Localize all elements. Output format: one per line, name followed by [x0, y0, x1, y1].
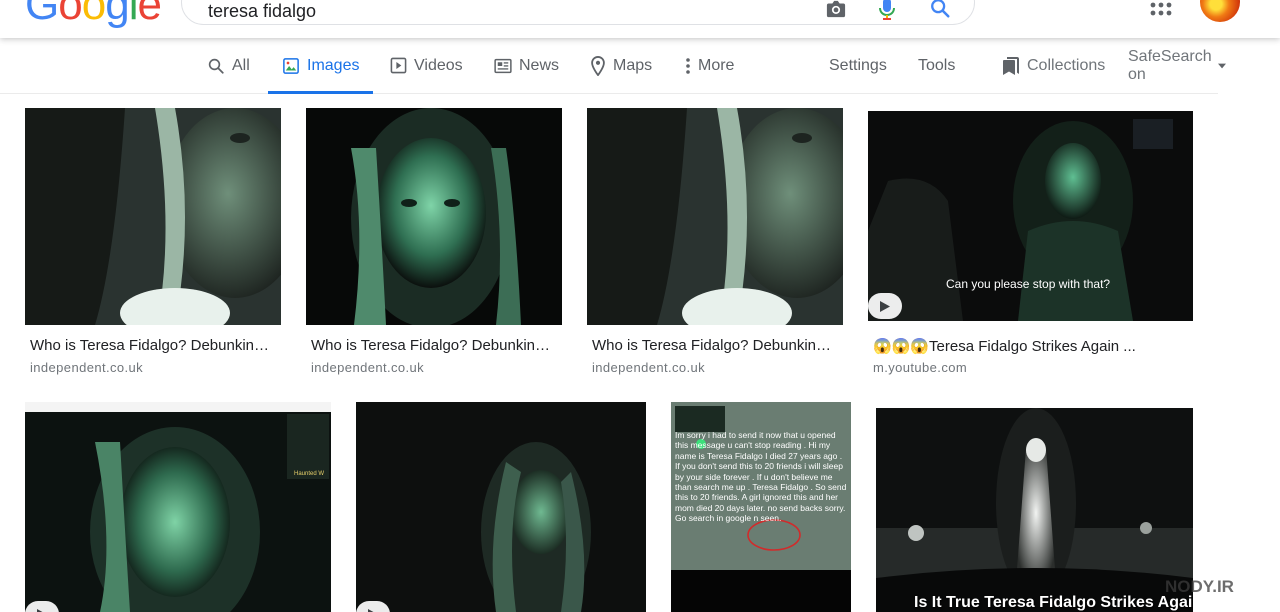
play-icon: [868, 293, 902, 319]
mic-icon[interactable]: [879, 0, 895, 26]
video-watermark: Haunted W: [294, 471, 325, 477]
result-thumbnail[interactable]: Im sorry i had to send it now that u ope…: [671, 402, 851, 612]
logo-letter: o: [58, 0, 83, 29]
logo-letter: l: [128, 0, 139, 29]
logo-letter: G: [25, 0, 59, 29]
result-source[interactable]: m.youtube.com: [873, 360, 967, 375]
result-title[interactable]: 😱😱😱Teresa Fidalgo Strikes Again ...: [873, 337, 1143, 355]
result-thumbnail[interactable]: Can you please stop with that?: [868, 111, 1193, 321]
collections-label: Collections: [1027, 56, 1106, 74]
tab-videos[interactable]: Videos: [390, 38, 463, 93]
tools-link[interactable]: Tools: [918, 38, 955, 93]
map-pin-icon: [591, 55, 605, 76]
apps-icon[interactable]: [1150, 0, 1172, 21]
message-screenshot-text: Im sorry i had to send it now that u ope…: [675, 430, 847, 524]
result-thumbnail[interactable]: Is It True Teresa Fidalgo Strikes Again?: [876, 408, 1193, 612]
google-logo[interactable]: Google: [25, 0, 162, 30]
logo-letter: g: [105, 0, 130, 29]
search-icon: [208, 58, 224, 74]
search-input[interactable]: teresa fidalgo: [208, 1, 316, 22]
result-title[interactable]: Who is Teresa Fidalgo? Debunking the ...: [592, 337, 836, 354]
tab-label: Maps: [613, 56, 653, 74]
video-caption: Can you please stop with that?: [946, 277, 1111, 291]
search-icon[interactable]: [929, 0, 951, 24]
result-title[interactable]: Who is Teresa Fidalgo? Debunking the ...: [30, 337, 274, 354]
top-header: Google teresa fidalgo: [0, 0, 1280, 38]
more-vert-icon: [686, 57, 690, 74]
result-thumbnail[interactable]: [356, 402, 646, 612]
safesearch-dropdown[interactable]: SafeSearch on: [1128, 38, 1226, 93]
result-thumbnail[interactable]: Haunted W: [25, 402, 331, 612]
image-icon: [283, 57, 299, 74]
tab-all[interactable]: All: [207, 38, 250, 93]
search-tabs: All Images Videos News Maps More Setting…: [0, 38, 1226, 94]
video-icon: [390, 57, 407, 74]
collections-icon: [1003, 56, 1019, 75]
result-source[interactable]: independent.co.uk: [311, 360, 424, 375]
tab-label: Images: [307, 56, 360, 74]
result-source[interactable]: independent.co.uk: [592, 360, 705, 375]
result-title[interactable]: Who is Teresa Fidalgo? Debunking the ...: [311, 337, 555, 354]
tab-images[interactable]: Images: [267, 38, 375, 94]
result-source[interactable]: independent.co.uk: [30, 360, 143, 375]
logo-letter: e: [137, 0, 162, 29]
tab-label: All: [232, 56, 250, 74]
result-thumbnail[interactable]: [25, 108, 281, 325]
tab-news[interactable]: News: [494, 38, 559, 93]
result-thumbnail[interactable]: [306, 108, 562, 325]
tab-label: More: [698, 56, 735, 74]
tab-label: Videos: [414, 56, 463, 74]
tab-label: News: [519, 56, 560, 74]
safesearch-label: SafeSearch on: [1128, 47, 1212, 83]
tab-maps[interactable]: Maps: [590, 38, 652, 93]
logo-letter: o: [81, 0, 107, 29]
collections-button[interactable]: Collections: [1002, 38, 1105, 93]
video-caption: Is It True Teresa Fidalgo Strikes Again?: [914, 594, 1193, 611]
result-thumbnail[interactable]: [587, 108, 843, 325]
caret-down-icon: [1217, 63, 1226, 68]
news-icon: [494, 58, 512, 73]
site-watermark: NODY.IR: [1165, 577, 1234, 596]
tab-more[interactable]: More: [685, 38, 734, 93]
settings-link[interactable]: Settings: [829, 38, 887, 93]
search-box[interactable]: teresa fidalgo: [181, 0, 975, 25]
camera-icon[interactable]: [825, 0, 847, 24]
avatar[interactable]: [1200, 0, 1240, 22]
